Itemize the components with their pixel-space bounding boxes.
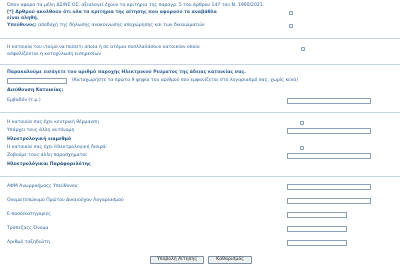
heating-row-2: Υπάρχει τους άλλη αυτόνομη <box>7 128 75 133</box>
heating-heading-1: Ηλεκτρολογική ειαμεθμό <box>7 137 72 142</box>
electric-heating-checkbox[interactable] <box>300 146 304 150</box>
heating-other-input[interactable] <box>287 128 371 134</box>
area-sqm-label: Εμβαδόν (τ.μ.) <box>7 98 41 103</box>
electric-other-input[interactable] <box>287 153 371 159</box>
clear-button[interactable]: Καθαρισμός <box>208 256 252 264</box>
tax-id-input[interactable] <box>287 184 371 190</box>
section-divider <box>0 38 400 39</box>
declaration-line-1: Η κατοικία του ιτοίμο να ποίσετι οποία ή… <box>7 45 200 50</box>
meter-hint: (Καταχωρήστε τα πρώτα 9 ψηφία του αριθμο… <box>72 78 299 83</box>
account-holder-input[interactable] <box>287 198 371 204</box>
amount-input[interactable] <box>287 212 347 218</box>
section-divider <box>0 64 400 65</box>
section-divider <box>0 112 400 113</box>
central-heating-checkbox[interactable] <box>300 121 304 125</box>
intro-line-1: Όσον αφορά τα μέλη ΔΣ/ΝΣ ΟΣ, αξιολογεί έ… <box>7 3 265 8</box>
heating-row-4: Ζοβούμε τους άλλη παρασχηματοί <box>7 153 87 158</box>
meter-heading: Παρακαλούμε εισάγετε τον αριθμό παροχής … <box>7 70 246 75</box>
section-divider <box>0 176 400 177</box>
responsible-label: Υπεύθυνος: <box>7 23 37 28</box>
bank-row-5: Αριθμό ταξηδιώτη <box>7 240 50 245</box>
application-form: Όσον αφορά τα μέλη ΔΣ/ΝΣ ΟΣ, αξιολογεί έ… <box>0 0 400 267</box>
heating-row-3: Η κατοικία σας έχει Ηλεκτρολογική διοιρά… <box>7 145 108 150</box>
meter-number-input[interactable] <box>7 78 67 84</box>
accept-criteria-checkbox[interactable] <box>289 11 293 15</box>
bank-row-4: Τράπεζαςς Όνομα <box>7 226 49 231</box>
accept-declaration-checkbox[interactable] <box>289 24 293 28</box>
bank-row-3: Ε-ποσό/κατηγορίες <box>7 212 51 217</box>
area-sqm-input[interactable] <box>287 98 371 104</box>
bank-name-input[interactable] <box>287 226 347 232</box>
submit-button[interactable]: Υποβολή Αίτησης <box>150 256 204 264</box>
heating-heading-2: Ηλεκτρολόγικαι Παράφορελότης <box>7 162 91 167</box>
intro-line-3: είναι αληθή. <box>7 16 39 21</box>
bank-row-2: Ονοματεπώνυμο Πρώτου Δικαιούχου Λογαριασ… <box>7 198 124 203</box>
account-number-input[interactable] <box>287 240 347 246</box>
declaration-line-2: ασφαλίζονται ή κατοχύλωση εισηρεσίων <box>7 52 101 57</box>
address-label: Διεύθυνση Κατοικίας: <box>7 88 64 93</box>
intro-line-4: Υπεύθυνος: αποδοχή της δήλωσης ανακοινωσ… <box>7 23 205 29</box>
heating-row-1: Η κατοικία σας έχει κεντρική θέρμανση <box>7 120 99 125</box>
bank-row-1: ΑΦΜ Ανωρροήμαςς Υπεύθυνου: <box>7 184 79 189</box>
required-marker: [*] <box>7 10 14 15</box>
responsible-text: αποδοχή της δήλωσης ανακοινωσης αποχώρησ… <box>38 23 205 28</box>
intro-line-2-text: Αρθμού ακολθούν ότι ολα τα κριτήρια της … <box>15 10 217 15</box>
declaration-checkbox[interactable] <box>301 47 305 51</box>
